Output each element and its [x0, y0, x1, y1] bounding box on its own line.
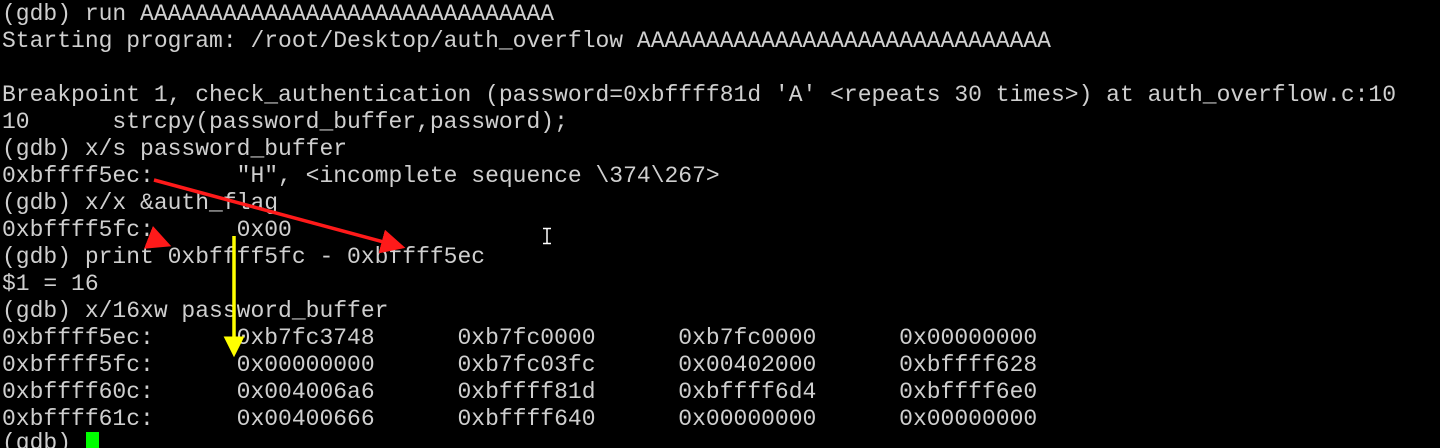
terminal-line: $1 = 16 — [2, 271, 99, 297]
terminal-line: Starting program: /root/Desktop/auth_ove… — [2, 28, 1051, 54]
i-beam-icon — [543, 227, 551, 245]
prompt-line[interactable]: (gdb) — [2, 430, 99, 448]
terminal-line: (gdb) x/s password_buffer — [2, 136, 348, 162]
terminal-line: Breakpoint 1, check_authentication (pass… — [2, 82, 1397, 108]
terminal-line: 10 strcpy(password_buffer,password); — [2, 109, 568, 135]
terminal-line: (gdb) x/16xw password_buffer — [2, 298, 389, 324]
terminal-line: (gdb) run AAAAAAAAAAAAAAAAAAAAAAAAAAAAAA — [2, 1, 555, 27]
terminal-line: 0xbffff5ec: "H", <incomplete sequence \3… — [2, 163, 720, 189]
terminal-line: (gdb) x/x &auth_flag — [2, 190, 279, 216]
memory-dump-row: 0xbffff5ec: 0xb7fc3748 0xb7fc0000 0xb7fc… — [2, 325, 1038, 351]
terminal-line: (gdb) print 0xbffff5fc - 0xbffff5ec — [2, 244, 486, 270]
terminal-line: 0xbffff5fc: 0x00 — [2, 217, 292, 243]
memory-dump-row: 0xbffff61c: 0x00400666 0xbffff640 0x0000… — [2, 406, 1038, 432]
terminal-window[interactable]: (gdb) run AAAAAAAAAAAAAAAAAAAAAAAAAAAAAA… — [0, 0, 1440, 448]
text-cursor — [85, 432, 99, 448]
memory-dump-row: 0xbffff60c: 0x004006a6 0xbffff81d 0xbfff… — [2, 379, 1038, 405]
gdb-prompt: (gdb) — [2, 430, 85, 448]
memory-dump-row: 0xbffff5fc: 0x00000000 0xb7fc03fc 0x0040… — [2, 352, 1038, 378]
